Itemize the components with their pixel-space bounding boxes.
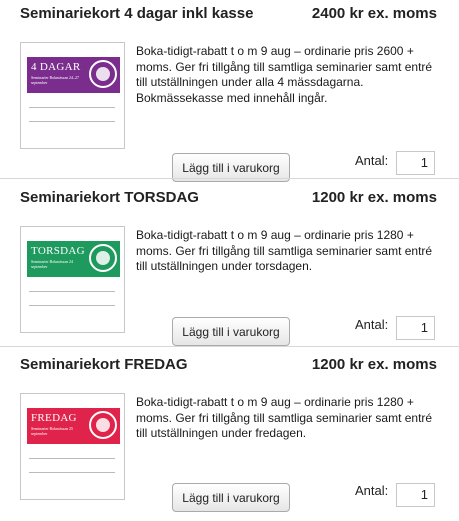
card-subtitle: Seminarier Bokmässan 24–27 september [31,75,79,85]
card-band: 4 DAGAR Seminarier Bokmässan 24–27 septe… [27,57,120,93]
quantity-label: Antal: [355,317,389,332]
card-title: FREDAG [31,412,77,424]
product-image: 4 DAGAR Seminarier Bokmässan 24–27 septe… [20,42,125,149]
fair-logo-icon [89,60,117,88]
quantity-label: Antal: [355,153,389,168]
card-band: TORSDAG Seminarier Bokmässan 24 septembe… [27,241,120,277]
card-title: TORSDAG [31,245,85,257]
add-to-cart-button[interactable]: Lägg till i varukorg [172,483,290,512]
fair-logo-icon [89,411,117,439]
product-title: Seminariekort 4 dagar inkl kasse [20,5,254,22]
card-band: FREDAG Seminarier Bokmässan 25 september [27,408,120,444]
product-price: 1200 kr ex. moms [311,189,437,206]
product-title: Seminariekort FREDAG [20,356,188,373]
product-description: Boka-tidigt-rabatt t o m 9 aug – ordinar… [136,44,433,105]
product-image: TORSDAG Seminarier Bokmässan 24 septembe… [20,226,125,333]
divider [0,346,459,347]
product-4-dagar: Seminariekort 4 dagar inkl kasse 2400 kr… [0,2,459,182]
divider [0,178,459,179]
product-price: 2400 kr ex. moms [311,5,437,22]
card-subtitle: Seminarier Bokmässan 24 september [31,259,73,269]
add-to-cart-button[interactable]: Lägg till i varukorg [172,317,290,346]
quantity-input[interactable]: 1 [396,483,435,507]
quantity-label: Antal: [355,483,389,498]
product-title: Seminariekort TORSDAG [20,189,199,206]
quantity-input[interactable]: 1 [396,151,435,175]
card-title: 4 DAGAR [31,61,81,73]
product-description: Boka-tidigt-rabatt t o m 9 aug – ordinar… [136,395,433,440]
quantity-input[interactable]: 1 [396,316,435,340]
product-fredag: Seminariekort FREDAG 1200 kr ex. moms FR… [0,353,459,521]
product-description: Boka-tidigt-rabatt t o m 9 aug – ordinar… [136,228,433,273]
product-price: 1200 kr ex. moms [311,356,437,373]
fair-logo-icon [89,244,117,272]
product-torsdag: Seminariekort TORSDAG 1200 kr ex. moms T… [0,186,459,354]
card-subtitle: Seminarier Bokmässan 25 september [31,426,73,436]
product-image: FREDAG Seminarier Bokmässan 25 september [20,393,125,500]
